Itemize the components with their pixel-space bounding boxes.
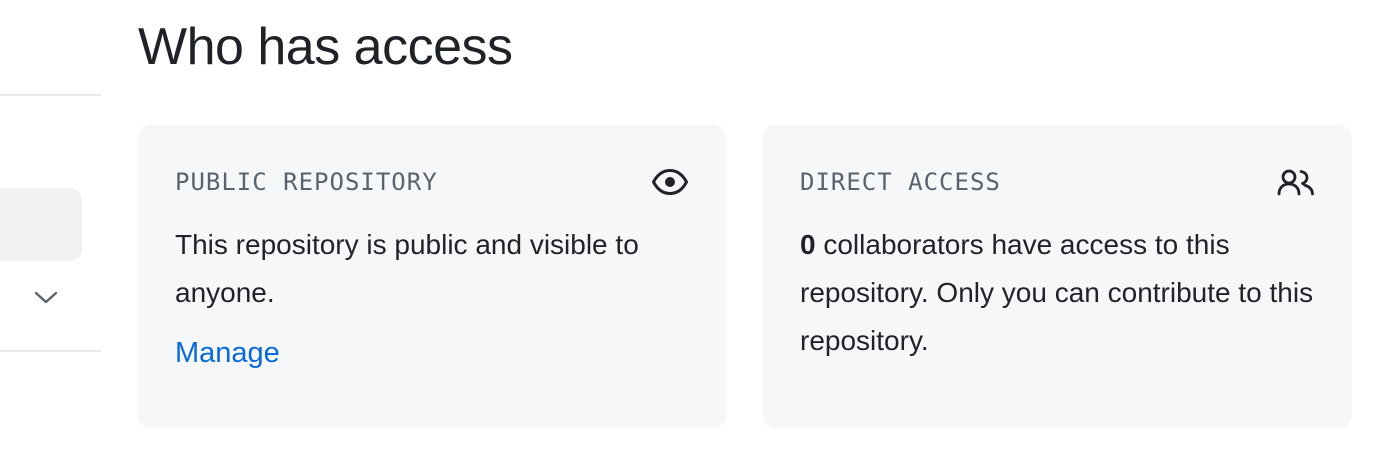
people-icon [1276, 165, 1316, 199]
direct-access-card: DIRECT ACCESS 0 collaborators have acces… [763, 125, 1352, 428]
sidebar [0, 0, 101, 450]
sidebar-expand-button[interactable] [24, 276, 68, 320]
page-title: Who has access [138, 18, 513, 76]
manage-link[interactable]: Manage [175, 337, 280, 370]
card-description-text: collaborators have access to this reposi… [800, 229, 1314, 356]
card-label: PUBLIC REPOSITORY [175, 168, 438, 196]
card-header: PUBLIC REPOSITORY [175, 165, 690, 199]
card-label: DIRECT ACCESS [800, 168, 1001, 196]
chevron-down-icon [34, 291, 58, 304]
card-header: DIRECT ACCESS [800, 165, 1316, 199]
collaborator-count: 0 [800, 229, 816, 260]
eye-icon [650, 165, 690, 199]
card-description: 0 collaborators have access to this repo… [800, 221, 1316, 365]
sidebar-selected-item[interactable] [0, 188, 82, 261]
public-repository-card: PUBLIC REPOSITORY This repository is pub… [138, 125, 726, 428]
sidebar-divider [0, 94, 101, 96]
card-description: This repository is public and visible to… [175, 229, 639, 308]
sidebar-divider [0, 350, 101, 352]
